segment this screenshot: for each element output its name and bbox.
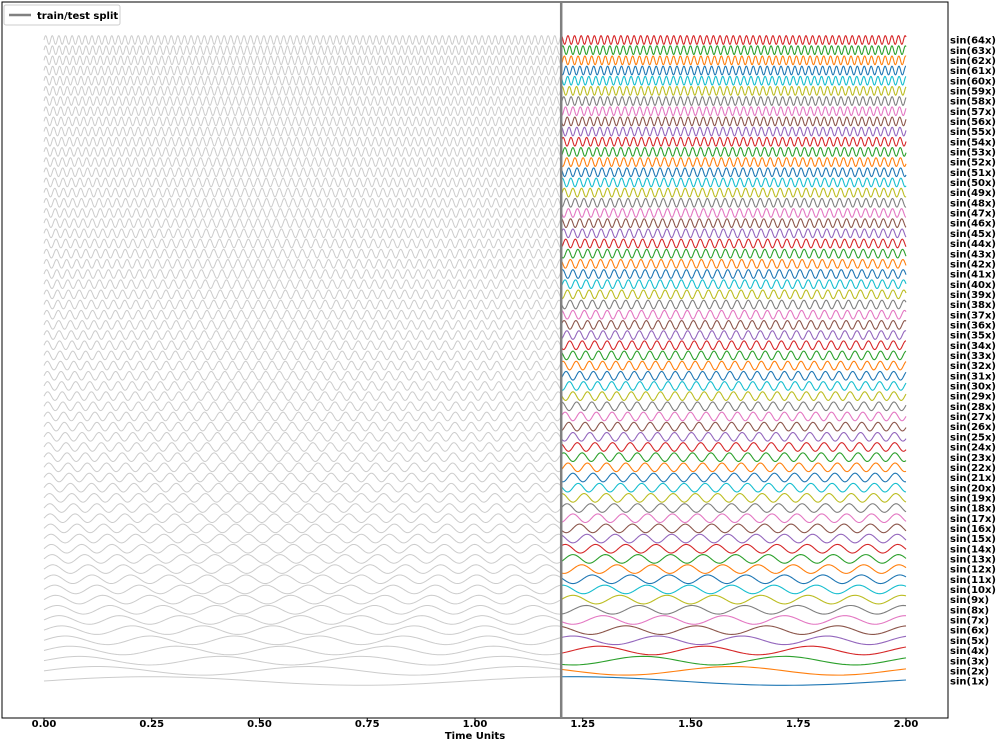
series-label-25: sin(25x) <box>950 432 996 443</box>
series-label-52: sin(52x) <box>950 158 996 169</box>
series-label-31: sin(31x) <box>950 371 996 382</box>
x-tick-label: 1.25 <box>570 719 595 730</box>
series-label-18: sin(18x) <box>950 504 996 515</box>
series-label-16: sin(16x) <box>950 524 996 535</box>
series-label-9: sin(9x) <box>950 595 989 606</box>
series-label-23: sin(23x) <box>950 453 996 464</box>
chart-figure: 0.00 0.25 0.50 0.75 1.00 1.25 1.50 1.75 2.00 Tim… <box>1 1 996 742</box>
series-label-1: sin(1x) <box>950 677 989 688</box>
x-tick-label: 0.75 <box>355 719 380 730</box>
series-label-35: sin(35x) <box>950 331 996 342</box>
series-label-61: sin(61x) <box>950 66 996 77</box>
series-label-64: sin(64x) <box>950 36 996 47</box>
series-label-45: sin(45x) <box>950 229 996 240</box>
series-label-58: sin(58x) <box>950 97 996 108</box>
x-tick-label: 0.50 <box>247 719 272 730</box>
series-label-56: sin(56x) <box>950 117 996 128</box>
x-tick-label: 0.25 <box>139 719 164 730</box>
series-label-12: sin(12x) <box>950 565 996 576</box>
series-label-48: sin(48x) <box>950 198 996 209</box>
series-label-32: sin(32x) <box>950 361 996 372</box>
series-label-10: sin(10x) <box>950 585 996 596</box>
legend: train/test split <box>3 4 121 26</box>
series-label-60: sin(60x) <box>950 76 996 87</box>
series-label-34: sin(34x) <box>950 341 996 352</box>
series-label-62: sin(62x) <box>950 56 996 67</box>
series-label-29: sin(29x) <box>950 392 996 403</box>
series-label-4: sin(4x) <box>950 646 989 657</box>
series-label-27: sin(27x) <box>950 412 996 423</box>
series-label-37: sin(37x) <box>950 310 996 321</box>
series-label-51: sin(51x) <box>950 168 996 179</box>
series-label-28: sin(28x) <box>950 402 996 413</box>
series-label-21: sin(21x) <box>950 473 996 484</box>
x-tick-label: 2.00 <box>894 719 919 730</box>
series-label-30: sin(30x) <box>950 382 996 393</box>
series-label-17: sin(17x) <box>950 514 996 525</box>
series-label-50: sin(50x) <box>950 178 996 189</box>
series-label-44: sin(44x) <box>950 239 996 250</box>
series-label-15: sin(15x) <box>950 534 996 545</box>
series-label-11: sin(11x) <box>950 575 996 586</box>
series-label-39: sin(39x) <box>950 290 996 301</box>
series-label-46: sin(46x) <box>950 219 996 230</box>
series-label-41: sin(41x) <box>950 270 996 281</box>
series-label-24: sin(24x) <box>950 443 996 454</box>
series-label-40: sin(40x) <box>950 280 996 291</box>
x-tick-label: 1.50 <box>678 719 703 730</box>
series-label-13: sin(13x) <box>950 555 996 566</box>
legend-label: train/test split <box>37 11 118 22</box>
series-label-8: sin(8x) <box>950 605 989 616</box>
series-label-55: sin(55x) <box>950 127 996 138</box>
series-label-53: sin(53x) <box>950 148 996 159</box>
series-labels: sin(1x)sin(2x)sin(3x)sin(4x)sin(5x)sin(6… <box>950 36 996 688</box>
series-label-5: sin(5x) <box>950 636 989 647</box>
series-label-43: sin(43x) <box>950 249 996 260</box>
series-label-49: sin(49x) <box>950 188 996 199</box>
series-label-26: sin(26x) <box>950 422 996 433</box>
series-label-7: sin(7x) <box>950 616 989 627</box>
series-label-22: sin(22x) <box>950 463 996 474</box>
series-label-59: sin(59x) <box>950 86 996 97</box>
x-tick-label: 0.00 <box>32 719 57 730</box>
series-label-14: sin(14x) <box>950 544 996 555</box>
series-label-47: sin(47x) <box>950 209 996 220</box>
series-label-38: sin(38x) <box>950 300 996 311</box>
x-axis-label: Time Units <box>445 731 505 742</box>
series-label-54: sin(54x) <box>950 137 996 148</box>
series-label-63: sin(63x) <box>950 46 996 57</box>
series-label-42: sin(42x) <box>950 259 996 270</box>
series-label-20: sin(20x) <box>950 483 996 494</box>
series-label-2: sin(2x) <box>950 666 989 677</box>
x-tick-label: 1.00 <box>463 719 488 730</box>
series-label-6: sin(6x) <box>950 626 989 637</box>
series-label-3: sin(3x) <box>950 656 989 667</box>
x-axis: 0.00 0.25 0.50 0.75 1.00 1.25 1.50 1.75 2.00 <box>32 718 919 730</box>
series-label-57: sin(57x) <box>950 107 996 118</box>
series-label-36: sin(36x) <box>950 320 996 331</box>
series-label-19: sin(19x) <box>950 493 996 504</box>
series-label-33: sin(33x) <box>950 351 996 362</box>
x-tick-label: 1.75 <box>786 719 811 730</box>
